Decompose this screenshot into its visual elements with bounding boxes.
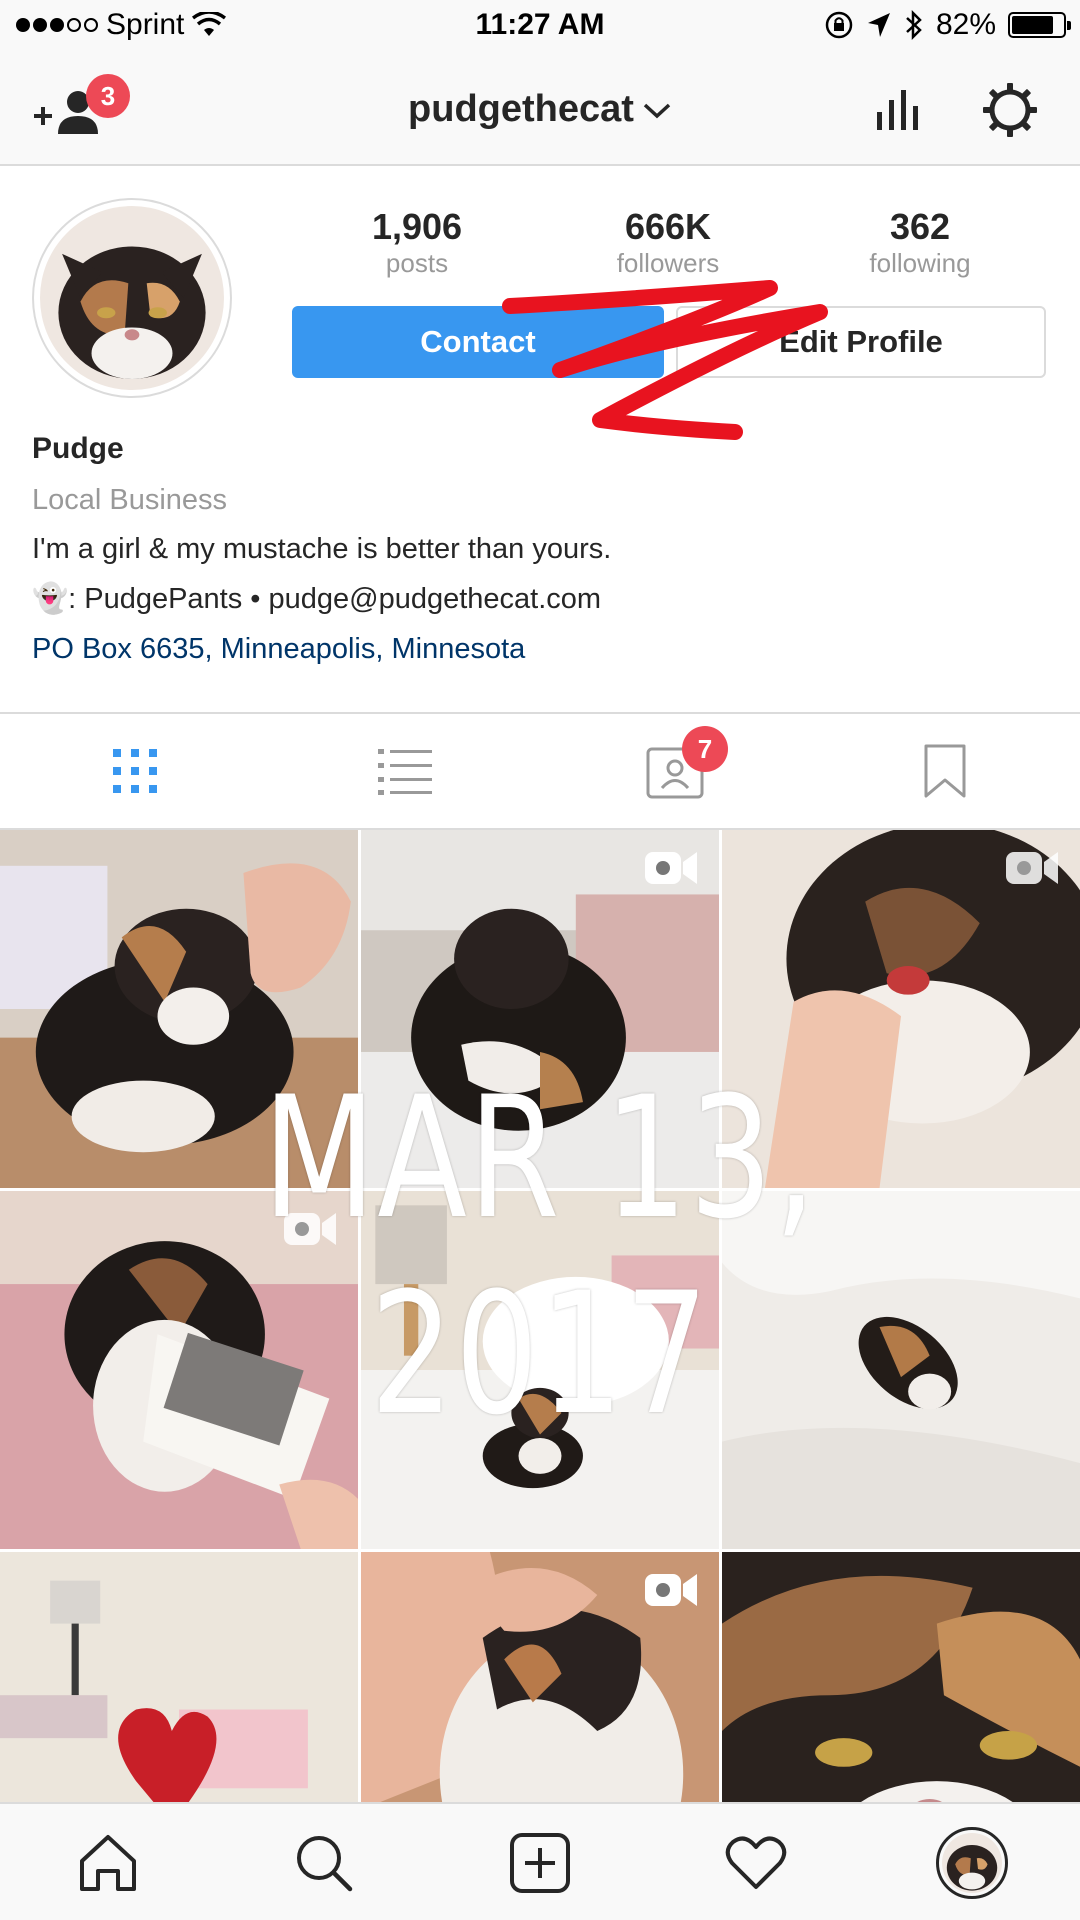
search-icon	[297, 1836, 353, 1892]
new-post-icon	[510, 1833, 570, 1893]
post-thumbnail	[722, 1191, 1080, 1549]
tab-list[interactable]	[270, 714, 540, 828]
grid-icon	[113, 749, 157, 793]
profile-tabs	[0, 714, 1080, 828]
grid-post[interactable]	[0, 1552, 358, 1802]
profile-name: Pudge	[32, 432, 124, 465]
tab-tagged[interactable]	[540, 714, 810, 828]
grid-post[interactable]	[722, 1191, 1080, 1549]
grid-post[interactable]	[722, 1552, 1080, 1802]
edit-profile-button[interactable]: Edit Profile	[676, 306, 1046, 378]
business-address-link[interactable]: PO Box 6635, Minneapolis, Minnesota	[32, 624, 1052, 674]
insights-icon[interactable]	[875, 86, 921, 132]
status-bar: Sprint 11:27 AM 82%	[0, 0, 1080, 54]
location-arrow-icon	[867, 13, 890, 37]
bottom-tab-bar	[0, 1802, 1080, 1920]
bio-text: I'm a girl & my mustache is better than …	[32, 533, 612, 565]
bluetooth-icon	[906, 9, 922, 41]
tab-search[interactable]	[216, 1804, 432, 1920]
post-thumbnail	[0, 1552, 358, 1802]
video-camera-icon	[645, 852, 697, 884]
followers-label: followers	[616, 248, 720, 278]
post-thumbnail	[0, 830, 358, 1188]
video-camera-icon	[645, 1574, 697, 1606]
post-thumbnail	[361, 1191, 719, 1549]
tab-saved[interactable]	[810, 714, 1080, 828]
chevron-down-icon	[643, 103, 671, 119]
tab-profile[interactable]	[864, 1804, 1080, 1920]
battery-icon	[1008, 12, 1071, 38]
tagged-badge: 7	[682, 726, 728, 772]
contact-button[interactable]: Contact	[292, 306, 664, 378]
posts-count[interactable]: 1,906 posts	[317, 206, 517, 279]
following-count[interactable]: 362 following	[820, 206, 1020, 279]
grid-post[interactable]	[722, 830, 1080, 1188]
bio-contact-line: 👻: PudgePants • pudge@pudgethecat.com	[32, 583, 602, 615]
following-label: following	[869, 248, 971, 278]
video-camera-icon	[284, 1213, 336, 1245]
profile-nav-bar: 3 pudgethecat	[0, 54, 1080, 166]
posts-value: 1,906	[371, 206, 463, 247]
gear-icon[interactable]	[982, 82, 1038, 138]
status-right: 82%	[824, 8, 1071, 42]
following-value: 362	[889, 206, 951, 247]
grid-post[interactable]	[361, 1191, 719, 1549]
followers-count[interactable]: 666K followers	[568, 206, 768, 279]
photo-grid	[0, 830, 1080, 1802]
list-icon	[378, 749, 432, 795]
followers-value: 666K	[624, 206, 712, 247]
username-title: pudgethecat	[408, 88, 634, 130]
video-camera-icon	[1006, 852, 1058, 884]
business-category: Local Business	[32, 484, 228, 516]
grid-post[interactable]	[361, 830, 719, 1188]
tab-home[interactable]	[0, 1804, 216, 1920]
tab-activity[interactable]	[648, 1804, 864, 1920]
profile-avatar-small	[936, 1827, 1008, 1899]
profile-avatar[interactable]	[32, 198, 232, 398]
profile-bio: Pudge Local Business I'm a girl & my mus…	[32, 432, 1052, 674]
post-thumbnail	[722, 1552, 1080, 1802]
tab-grid[interactable]	[0, 714, 270, 828]
home-icon	[80, 1835, 136, 1891]
posts-label: posts	[385, 248, 449, 278]
rotation-lock-icon	[825, 11, 853, 39]
grid-post[interactable]	[0, 1191, 358, 1549]
tab-new-post[interactable]	[432, 1804, 648, 1920]
profile-photo	[40, 206, 224, 390]
battery-percent: 82%	[935, 8, 996, 41]
grid-post[interactable]	[361, 1552, 719, 1802]
bookmark-icon	[924, 744, 966, 798]
grid-post[interactable]	[0, 830, 358, 1188]
activity-heart-icon	[725, 1836, 787, 1889]
